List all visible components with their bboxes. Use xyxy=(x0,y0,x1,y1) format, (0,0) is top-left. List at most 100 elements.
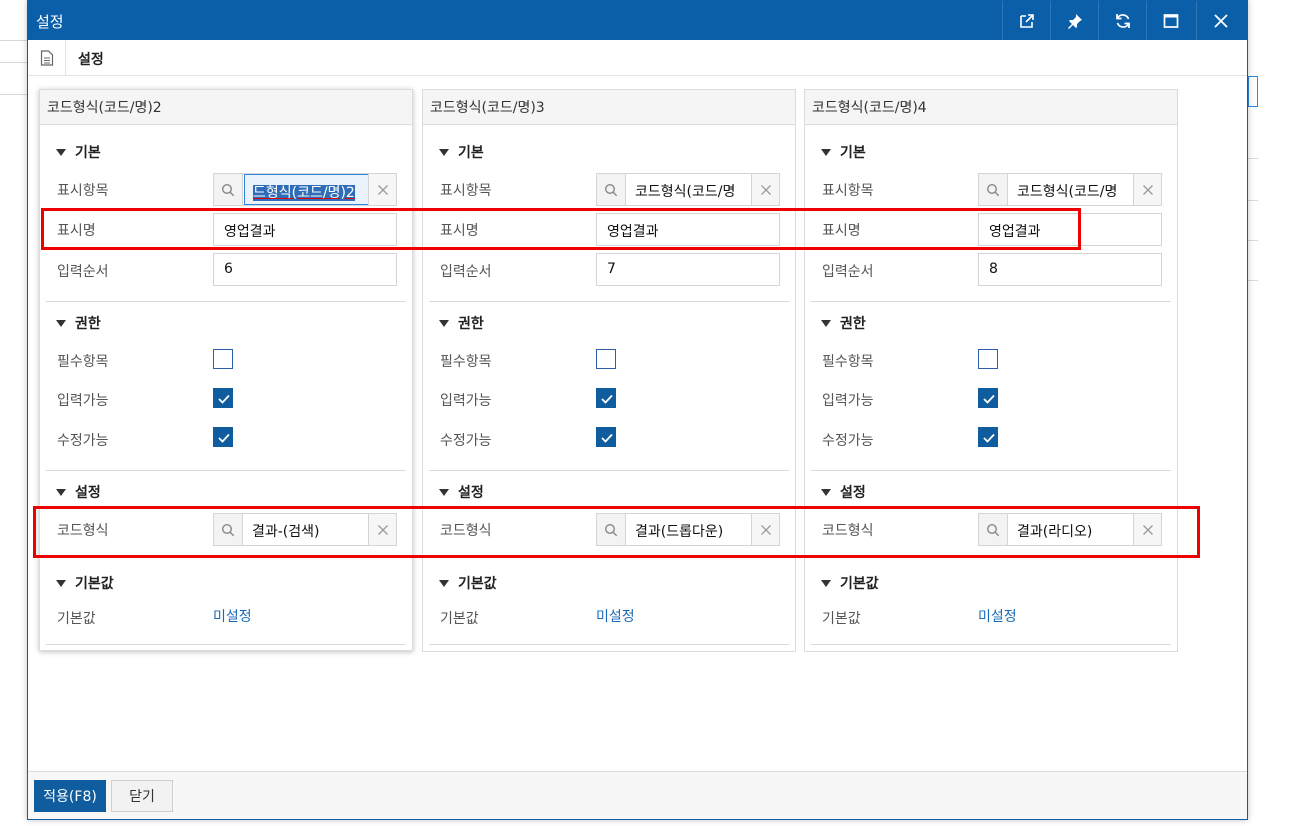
panel-header: 코드형식(코드/명)2 xyxy=(40,90,412,125)
required-checkbox[interactable] xyxy=(978,349,998,369)
section-basic[interactable]: 기본 xyxy=(439,142,484,162)
dialog-footer: 적용(F8) 닫기 xyxy=(28,771,1247,819)
label-input-order: 입력순서 xyxy=(822,264,874,280)
required-checkbox[interactable] xyxy=(213,349,233,369)
divider xyxy=(811,644,1171,645)
clear-button[interactable] xyxy=(1133,514,1161,545)
caret-down-icon xyxy=(821,488,831,496)
section-permission[interactable]: 권한 xyxy=(821,313,866,333)
clear-button[interactable] xyxy=(368,174,396,205)
display-name-input[interactable]: 영업결과 xyxy=(596,213,780,246)
section-default[interactable]: 기본값 xyxy=(439,573,497,593)
label-default-value: 기본값 xyxy=(57,611,96,627)
field-panel-3[interactable]: 코드형식(코드/명)4 기본 표시항목 코드형식(코드/명 표시명 영업결과 입… xyxy=(804,89,1178,652)
label-display-name: 표시명 xyxy=(822,223,861,239)
edit-enabled-checkbox[interactable] xyxy=(596,427,616,447)
label-display-name: 표시명 xyxy=(57,223,96,239)
popout-button[interactable] xyxy=(1002,1,1050,40)
code-format-input[interactable]: 결과(드롭다운) xyxy=(627,514,752,545)
display-item-search-field[interactable]: 코드형식(코드/명 xyxy=(978,173,1162,206)
edit-enabled-checkbox[interactable] xyxy=(978,427,998,447)
divider xyxy=(811,301,1171,302)
display-name-input[interactable]: 영업결과 xyxy=(213,213,397,246)
clear-button[interactable] xyxy=(1133,174,1161,205)
field-panel-1[interactable]: 코드형식(코드/명)2 기본 표시항목 드형식(코드/명)2 표시명 영업결과 … xyxy=(39,89,413,651)
document-icon xyxy=(28,40,66,76)
display-item-input[interactable]: 드형식(코드/명)2 xyxy=(244,174,369,205)
section-permission[interactable]: 권한 xyxy=(56,313,101,333)
label-display-item: 표시항목 xyxy=(57,183,109,199)
input-order-input[interactable]: 8 xyxy=(978,253,1162,286)
search-icon[interactable] xyxy=(979,514,1008,545)
display-item-input[interactable]: 코드형식(코드/명 xyxy=(1009,174,1134,205)
input-enabled-checkbox[interactable] xyxy=(596,388,616,408)
caret-down-icon xyxy=(56,319,66,327)
caret-down-icon xyxy=(56,488,66,496)
label-required: 필수항목 xyxy=(822,354,874,370)
section-permission[interactable]: 권한 xyxy=(439,313,484,333)
refresh-button[interactable] xyxy=(1098,1,1146,40)
bg-divider xyxy=(0,62,27,63)
default-value-link[interactable]: 미설정 xyxy=(978,606,1017,626)
bg-divider xyxy=(1248,280,1258,281)
label-edit-enabled: 수정가능 xyxy=(57,433,109,449)
caret-down-icon xyxy=(56,148,66,156)
code-format-input[interactable]: 결과(라디오) xyxy=(1009,514,1134,545)
pin-button[interactable] xyxy=(1050,1,1098,40)
close-window-button[interactable] xyxy=(1196,1,1244,40)
input-order-input[interactable]: 7 xyxy=(596,253,780,286)
sub-title: 설정 xyxy=(78,52,104,68)
default-value-link[interactable]: 미설정 xyxy=(596,606,635,626)
input-enabled-checkbox[interactable] xyxy=(978,388,998,408)
close-icon xyxy=(1213,13,1228,28)
apply-button[interactable]: 적용(F8) xyxy=(34,780,106,812)
maximize-button[interactable] xyxy=(1146,1,1194,40)
check-icon xyxy=(983,433,995,443)
bg-divider xyxy=(0,94,27,95)
divider xyxy=(811,470,1171,471)
settings-dialog: 설정 설정 코드형식(코드/명)2 기본 표시항목 드형식(코드/명)2 표시명… xyxy=(27,0,1248,820)
pin-icon xyxy=(1067,13,1082,29)
code-format-input[interactable]: 결과-(검색) xyxy=(244,514,369,545)
section-basic[interactable]: 기본 xyxy=(56,142,101,162)
search-icon[interactable] xyxy=(214,514,243,545)
caret-down-icon xyxy=(821,319,831,327)
clear-button[interactable] xyxy=(368,514,396,545)
display-item-input[interactable]: 코드형식(코드/명 xyxy=(627,174,752,205)
section-default[interactable]: 기본값 xyxy=(56,573,114,593)
input-order-input[interactable]: 6 xyxy=(213,253,397,286)
field-panel-2[interactable]: 코드형식(코드/명)3 기본 표시항목 코드형식(코드/명 표시명 영업결과 입… xyxy=(422,89,796,652)
display-name-input[interactable]: 영업결과 xyxy=(978,213,1162,246)
section-settings[interactable]: 설정 xyxy=(821,482,866,502)
clear-button[interactable] xyxy=(751,514,779,545)
label-default-value: 기본값 xyxy=(440,611,479,627)
search-icon[interactable] xyxy=(214,174,243,205)
section-default[interactable]: 기본값 xyxy=(821,573,879,593)
bg-divider xyxy=(1248,200,1258,201)
label-input-enabled: 입력가능 xyxy=(440,393,492,409)
label-edit-enabled: 수정가능 xyxy=(822,433,874,449)
code-format-search-field[interactable]: 결과(라디오) xyxy=(978,513,1162,546)
display-item-search-field[interactable]: 코드형식(코드/명 xyxy=(596,173,780,206)
section-settings[interactable]: 설정 xyxy=(439,482,484,502)
label-required: 필수항목 xyxy=(57,354,109,370)
required-checkbox[interactable] xyxy=(596,349,616,369)
search-icon[interactable] xyxy=(979,174,1008,205)
search-icon[interactable] xyxy=(597,514,626,545)
clear-icon xyxy=(377,524,388,535)
label-code-format: 코드형식 xyxy=(57,523,109,539)
label-code-format: 코드형식 xyxy=(440,523,492,539)
clear-button[interactable] xyxy=(751,174,779,205)
search-icon[interactable] xyxy=(597,174,626,205)
divider xyxy=(429,301,789,302)
display-item-search-field[interactable]: 드형식(코드/명)2 xyxy=(213,173,397,206)
code-format-search-field[interactable]: 결과(드롭다운) xyxy=(596,513,780,546)
input-enabled-checkbox[interactable] xyxy=(213,388,233,408)
caret-down-icon xyxy=(821,579,831,587)
section-settings[interactable]: 설정 xyxy=(56,482,101,502)
edit-enabled-checkbox[interactable] xyxy=(213,427,233,447)
default-value-link[interactable]: 미설정 xyxy=(213,606,252,626)
close-button[interactable]: 닫기 xyxy=(111,780,173,812)
code-format-search-field[interactable]: 결과-(검색) xyxy=(213,513,397,546)
section-basic[interactable]: 기본 xyxy=(821,142,866,162)
